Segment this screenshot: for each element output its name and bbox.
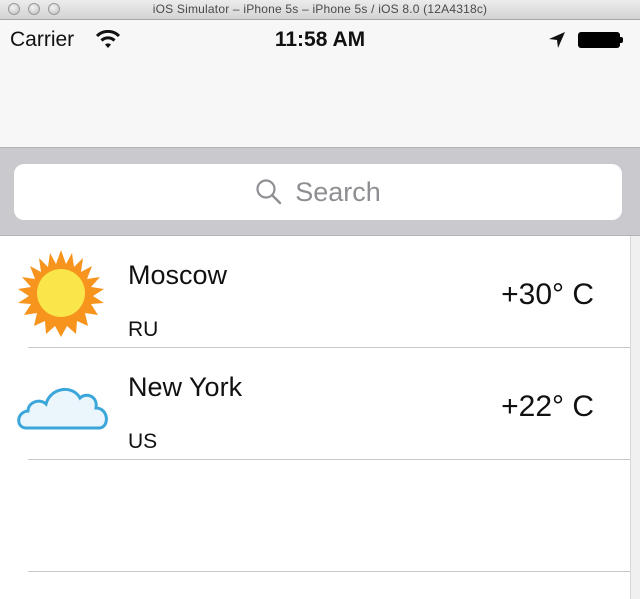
row-separator	[28, 571, 630, 572]
city-name: Moscow	[128, 260, 228, 290]
location-arrow-icon	[549, 32, 565, 48]
window-title-bar: iOS Simulator – iPhone 5s – iPhone 5s / …	[0, 0, 640, 20]
temperature: +30° C	[501, 278, 594, 311]
navigation-bar	[0, 60, 640, 148]
country-code: RU	[128, 318, 159, 341]
table-row[interactable]: New York US +22° C	[0, 348, 630, 460]
city-name: New York	[128, 372, 243, 402]
table-row[interactable]: Moscow RU +30° C	[0, 236, 630, 348]
battery-tip	[620, 37, 623, 43]
search-field[interactable]: Search	[14, 164, 622, 220]
window-title: iOS Simulator – iPhone 5s – iPhone 5s / …	[152, 2, 488, 16]
cloud-icon	[17, 388, 108, 430]
status-bar: Carrier 11:58 AM	[0, 20, 640, 60]
temperature: +22° C	[501, 390, 594, 423]
table-row-empty	[0, 460, 630, 572]
search-icon	[256, 179, 282, 205]
status-time: 11:58 AM	[274, 28, 366, 51]
country-code: US	[128, 430, 158, 453]
search-bar: Search	[0, 148, 640, 236]
sun-icon	[18, 250, 104, 337]
battery-icon	[578, 32, 620, 48]
search-input[interactable]: Search	[295, 177, 381, 208]
